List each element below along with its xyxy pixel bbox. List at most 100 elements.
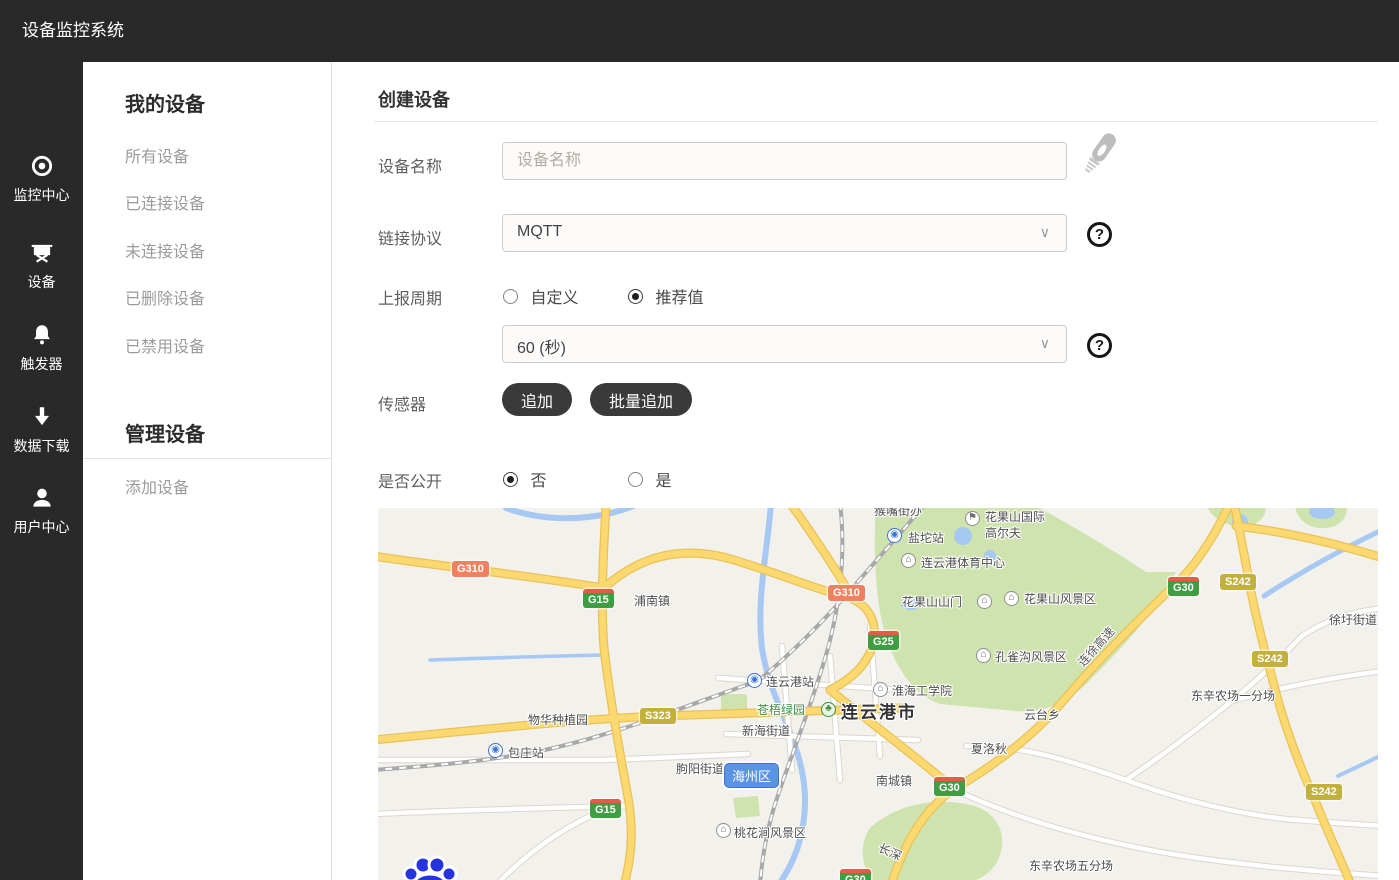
stadium-icon: ⌂ [901,553,916,568]
protocol-help-icon[interactable]: ? [1087,222,1112,247]
batch-append-button[interactable]: 批量追加 [590,383,692,416]
sidebar-section-my-devices: 我的设备 [125,88,205,117]
primary-nav: 监控中心 设备 触发器 数据下载 用户中心 [0,62,83,880]
period-select[interactable]: 60 (秒) ∨ [502,325,1067,363]
tree-icon: ♣ [821,702,836,717]
map-place-label: 夏洛秋 [971,740,1007,757]
map-place-label: 苍梧绿园 [757,701,805,718]
map-place-label: 浦南镇 [634,592,670,609]
nav-item-data-download[interactable]: 数据下载 [0,404,83,456]
bell-icon [29,322,55,348]
map-place-label: 猴嘴街办 [874,508,922,519]
map-place-label: 东辛农场一分场 [1191,687,1275,704]
nav-label: 触发器 [0,354,83,374]
road-badge: S242 [1306,784,1342,800]
public-option-no[interactable]: 否 [503,467,546,491]
location-map[interactable]: G310 G15 G310 G25 G30 S242 S242 S323 G15… [378,508,1378,880]
road-badge: S242 [1220,574,1256,590]
map-place-label: 淮海工学院 [892,682,952,699]
road-badge: G15 [583,589,614,608]
district-badge: 海州区 [724,763,779,788]
chevron-down-icon: ∨ [1040,224,1050,241]
sensor-label: 传感器 [378,391,426,415]
sidebar-item-all-devices[interactable]: 所有设备 [125,143,189,167]
road-badge: S242 [1252,651,1288,667]
map-place-label: 新海街道 [742,722,790,739]
college-icon: ⌂ [873,682,888,697]
period-help-icon[interactable]: ? [1087,333,1112,358]
page-title: 创建设备 [378,86,450,112]
road-badge: G30 [1168,577,1199,596]
period-option-custom[interactable]: 自定义 [503,284,578,308]
map-place-label: 高尔夫 [985,524,1021,541]
sidebar-item-disconnected-devices[interactable]: 未连接设备 [125,238,205,262]
period-label: 上报周期 [378,285,442,309]
golf-icon: ⚑ [965,511,980,526]
map-place-label: 物华种植园 [528,711,588,728]
scenic-spot-icon: ⌂ [977,594,992,609]
baidu-logo [386,852,476,880]
map-place-label: 花果山山门 [902,593,962,610]
append-button[interactable]: 追加 [502,383,572,416]
road-badge: G30 [934,777,965,796]
map-city-label: 连云港市 [841,698,917,723]
scenic-spot-icon: ⌂ [1004,591,1019,606]
train-station-icon: ◉ [747,673,762,688]
nav-item-triggers[interactable]: 触发器 [0,322,83,374]
radio-checked-icon[interactable] [628,289,643,304]
title-divider [374,121,1378,122]
map-place-label: 盐坨站 [908,529,944,546]
download-icon [29,404,55,430]
user-icon [29,485,55,511]
edit-pen-icon [1078,128,1118,190]
period-value: 60 (秒) [517,334,566,358]
sidebar-item-connected-devices[interactable]: 已连接设备 [125,190,205,214]
map-place-label: 云台乡 [1024,706,1060,723]
chevron-down-icon: ∨ [1040,335,1050,352]
sidebar-divider [83,458,332,459]
road-badge: S323 [640,708,676,724]
public-label: 是否公开 [378,468,442,492]
train-station-icon: ◉ [887,528,902,543]
sidebar-item-add-device[interactable]: 添加设备 [125,474,189,498]
road-badge: G30 [840,869,871,880]
map-place-label: 包庄站 [508,744,544,761]
protocol-label: 链接协议 [378,225,442,249]
radio-checked-icon[interactable] [503,472,518,487]
device-name-input[interactable] [502,142,1067,180]
nav-label: 数据下载 [0,436,83,456]
nav-item-user-center[interactable]: 用户中心 [0,485,83,537]
sidebar-section-manage-devices: 管理设备 [125,418,205,447]
nav-label: 用户中心 [0,517,83,537]
public-option-yes[interactable]: 是 [628,467,671,491]
train-station-icon: ◉ [488,743,503,758]
sidebar-item-disabled-devices[interactable]: 已禁用设备 [125,333,205,357]
map-place-label: 桃花涧风景区 [734,824,806,841]
nav-item-monitor-center[interactable]: 监控中心 [0,153,83,205]
map-place-label: 连云港站 [766,673,814,690]
map-place-label: 朐阳街道 [676,760,724,777]
map-place-label: 孔雀沟风景区 [995,648,1067,665]
period-option-recommended[interactable]: 推荐值 [628,284,703,308]
radio-unchecked-icon[interactable] [503,289,518,304]
nav-label: 监控中心 [0,185,83,205]
scenic-spot-icon: ⌂ [976,648,991,663]
app-title: 设备监控系统 [22,0,124,62]
map-place-label: 花果山国际 [985,508,1045,525]
sidebar-item-deleted-devices[interactable]: 已删除设备 [125,285,205,309]
device-sidebar: 我的设备 所有设备 已连接设备 未连接设备 已删除设备 已禁用设备 管理设备 添… [83,62,332,880]
road-badge: G25 [868,631,899,650]
map-place-label: 东辛农场五分场 [1029,857,1113,874]
main-content: 创建设备 设备名称 链接协议 MQTT ∨ ? 上报周期 自定义 推荐值 60 … [332,62,1399,880]
protocol-value: MQTT [517,223,562,241]
app-header: 设备监控系统 [0,0,1399,62]
road-badge: G310 [828,585,865,601]
map-place-label: 南城镇 [876,772,912,789]
device-name-label: 设备名称 [378,153,442,177]
nav-label: 设备 [0,272,83,292]
nav-item-devices[interactable]: 设备 [0,240,83,292]
road-badge: G15 [590,799,621,818]
map-place-label: 连云港体育中心 [921,554,1005,571]
radio-unchecked-icon[interactable] [628,472,643,487]
protocol-select[interactable]: MQTT ∨ [502,214,1067,252]
